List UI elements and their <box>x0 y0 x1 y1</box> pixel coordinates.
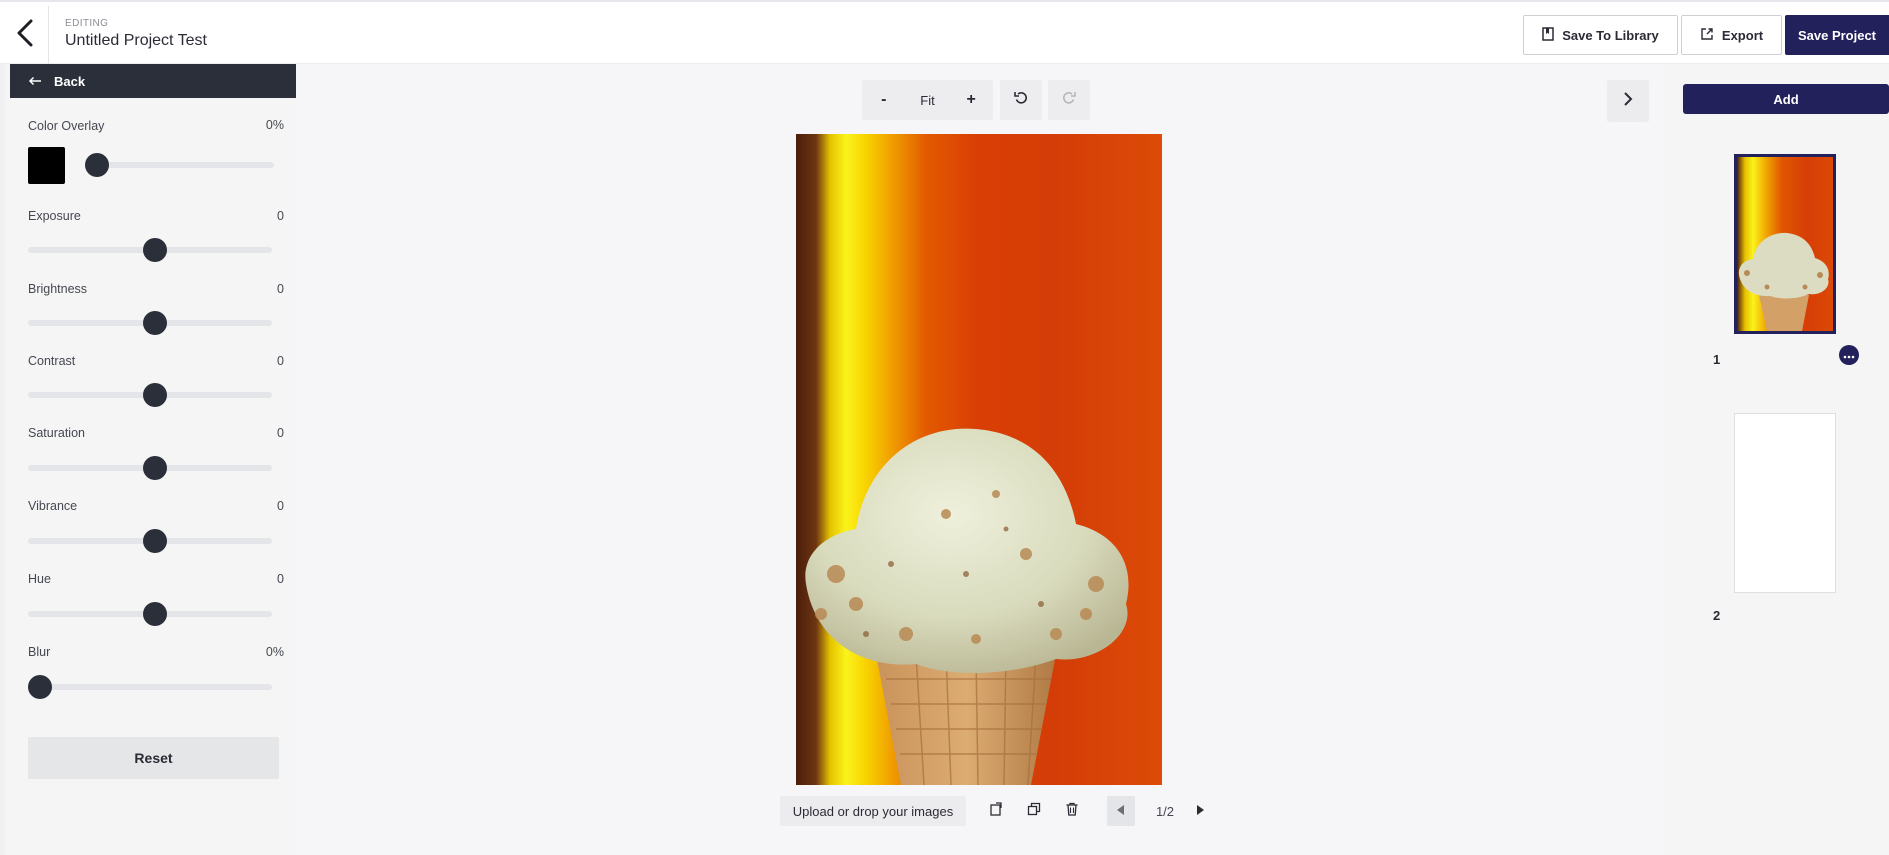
brightness-slider[interactable] <box>28 311 272 335</box>
next-panel-button[interactable] <box>1607 80 1649 122</box>
zoom-in-button[interactable]: + <box>949 91 993 109</box>
replace-image-button[interactable] <box>981 796 1011 826</box>
redo-icon <box>1061 90 1077 111</box>
delete-button[interactable] <box>1057 796 1087 826</box>
vibrance-value: 0 <box>277 499 284 513</box>
vibrance-slider[interactable] <box>28 529 272 553</box>
zoom-fit-button[interactable]: Fit <box>906 93 950 108</box>
duplicate-icon <box>1027 802 1041 821</box>
saturation-value: 0 <box>277 426 284 440</box>
page-number-1: 1 <box>1713 352 1721 367</box>
saturation-label: Saturation <box>28 426 85 440</box>
upload-images-button[interactable]: Upload or drop your images <box>780 796 966 826</box>
page-options-button[interactable] <box>1839 345 1859 365</box>
triangle-right-icon <box>1196 802 1204 820</box>
vibrance-slider-thumb[interactable] <box>143 529 167 553</box>
blur-value: 0% <box>265 645 284 659</box>
blur-slider-thumb[interactable] <box>28 675 52 699</box>
hue-value: 0 <box>277 572 284 586</box>
bookmark-icon <box>1542 26 1554 44</box>
back-button[interactable]: Back <box>10 64 301 98</box>
exposure-slider[interactable] <box>28 238 272 262</box>
editing-label: EDITING <box>65 18 109 29</box>
chevron-left-icon[interactable] <box>4 10 46 56</box>
page-thumbnail-2[interactable] <box>1734 413 1836 593</box>
page-indicator: 1/2 <box>1155 803 1175 819</box>
color-overlay-label: Color Overlay <box>28 119 105 133</box>
top-bar: EDITING Untitled Project Test Save To Li… <box>0 0 1889 64</box>
saturation-slider[interactable] <box>28 456 272 480</box>
triangle-left-icon <box>1117 802 1125 820</box>
brightness-value: 0 <box>277 282 284 296</box>
hue-slider[interactable] <box>28 602 272 626</box>
ice-cream-photo[interactable] <box>796 134 1162 785</box>
brightness-slider-thumb[interactable] <box>143 311 167 335</box>
next-page-button[interactable] <box>1186 796 1214 826</box>
hue-slider-thumb[interactable] <box>143 602 167 626</box>
contrast-slider[interactable] <box>28 383 272 407</box>
contrast-value: 0 <box>277 354 284 368</box>
contrast-label: Contrast <box>28 354 76 368</box>
page-thumbnail-1[interactable] <box>1734 154 1836 334</box>
exposure-label: Exposure <box>28 209 81 223</box>
zoom-controls: - Fit + <box>862 80 993 120</box>
vibrance-label: Vibrance <box>28 499 78 513</box>
previous-page-button[interactable] <box>1107 796 1135 826</box>
page-number-2: 2 <box>1713 608 1721 623</box>
share-icon <box>1700 27 1714 44</box>
back-label: Back <box>54 73 86 89</box>
save-project-label: Save Project <box>1797 27 1877 43</box>
contrast-slider-thumb[interactable] <box>143 383 167 407</box>
blur-label: Blur <box>28 645 51 659</box>
undo-button[interactable] <box>1000 80 1042 120</box>
reset-button[interactable]: Reset <box>28 737 279 779</box>
color-overlay-value: 0% <box>265 118 284 132</box>
color-overlay-slider[interactable] <box>85 153 274 177</box>
color-overlay-slider-thumb[interactable] <box>85 153 109 177</box>
blur-slider[interactable] <box>28 675 272 699</box>
export-label: Export <box>1721 27 1764 43</box>
arrow-left-icon <box>28 74 42 89</box>
save-to-library-label: Save To Library <box>1562 27 1659 43</box>
chevron-right-icon <box>1623 91 1633 112</box>
trash-icon <box>1065 802 1079 821</box>
save-to-library-button[interactable]: Save To Library <box>1523 15 1678 55</box>
add-page-button[interactable]: Add <box>1683 84 1889 114</box>
ellipsis-icon <box>1843 346 1855 364</box>
project-title[interactable]: Untitled Project Test <box>65 32 207 50</box>
header-divider <box>48 6 49 64</box>
color-overlay-swatch[interactable] <box>28 147 65 184</box>
export-button[interactable]: Export <box>1681 15 1782 55</box>
redo-button[interactable] <box>1048 80 1090 120</box>
canvas-area: - Fit + Upload or drop your images 1/2 <box>296 64 1665 855</box>
exposure-slider-thumb[interactable] <box>143 238 167 262</box>
undo-icon <box>1013 90 1029 111</box>
brightness-label: Brightness <box>28 282 88 296</box>
exposure-value: 0 <box>277 209 284 223</box>
save-project-button[interactable]: Save Project <box>1785 15 1889 55</box>
zoom-out-button[interactable]: - <box>862 91 906 109</box>
adjustments-panel: Back Color Overlay 0% Exposure 0 Brightn… <box>0 64 301 855</box>
pages-panel: Add 1 2 <box>1665 64 1889 855</box>
hue-label: Hue <box>28 572 51 586</box>
saturation-slider-thumb[interactable] <box>143 456 167 480</box>
duplicate-button[interactable] <box>1019 796 1049 826</box>
replace-image-icon <box>989 801 1003 821</box>
